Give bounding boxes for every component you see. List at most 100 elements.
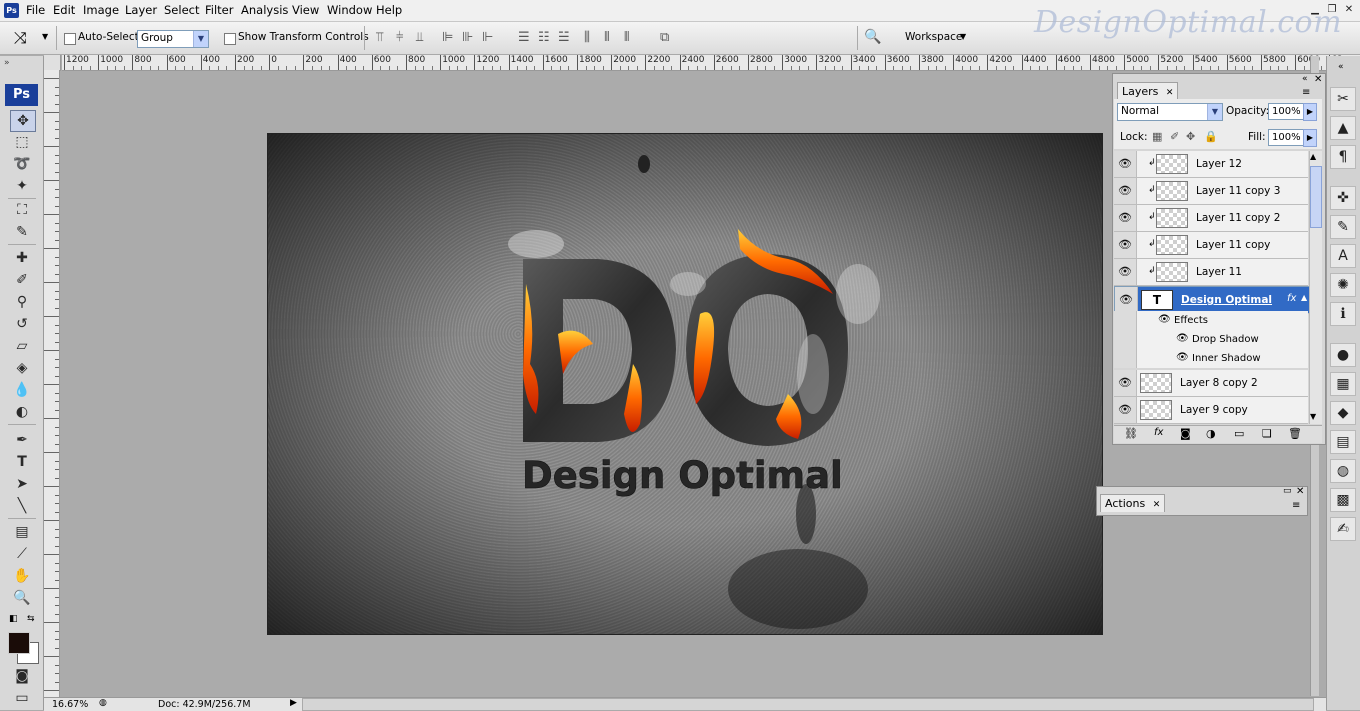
show-transform-checkbox[interactable] [224, 33, 236, 45]
file-browser-icon[interactable]: 🔍 [864, 29, 881, 45]
actions-icon[interactable]: ✍ [1330, 517, 1356, 541]
eye-icon[interactable]: 👁 [1114, 259, 1137, 285]
auto-select-checkbox[interactable] [64, 33, 76, 45]
info-icon[interactable]: ℹ [1330, 302, 1356, 326]
eye-icon[interactable]: 👁 [1158, 314, 1171, 325]
layer-row[interactable]: 👁 Layer 9 copy [1114, 397, 1308, 424]
scroll-up-icon[interactable]: ▲ [1310, 152, 1316, 161]
document-canvas[interactable]: Design Optimal [267, 133, 1103, 635]
path-selection-tool-icon[interactable]: ➤ [10, 474, 34, 494]
collapse-arrows-icon[interactable]: « [1338, 62, 1344, 72]
move-tool-preset-icon[interactable]: ⤨ [14, 28, 27, 48]
fx-icon[interactable]: fx [1287, 293, 1296, 304]
marquee-tool-icon[interactable]: ⬚ [10, 132, 34, 152]
layer-row[interactable]: 👁 ↲ Layer 11 copy 3 [1114, 178, 1308, 205]
auto-align-icon[interactable]: ⧉ [660, 30, 669, 45]
tool-presets-icon[interactable]: ✜ [1330, 186, 1356, 210]
adjustment-layer-icon[interactable]: ◑ [1206, 427, 1216, 440]
pen-tool-icon[interactable]: ✒ [10, 430, 34, 450]
panel-menu-icon[interactable]: ≡ [1302, 87, 1310, 98]
history-brush-tool-icon[interactable]: ↺ [10, 314, 34, 334]
distribute-left-icon[interactable]: ⫼ [584, 30, 590, 45]
distribute-bottom-icon[interactable]: ☱ [558, 30, 570, 45]
layer-row[interactable]: 👁 ↲ Layer 11 copy [1114, 232, 1308, 259]
crop-tool-icon[interactable]: ⛶ [10, 200, 34, 220]
zoom-tool-icon[interactable]: 🔍 [10, 588, 34, 608]
swap-colors-icon[interactable]: ⇆ [27, 614, 35, 624]
close-icon[interactable]: ✕ [1166, 88, 1174, 98]
collapse-arrows-icon[interactable]: » [4, 58, 10, 68]
workspace-label[interactable]: Workspace [905, 31, 962, 43]
brush-tool-icon[interactable]: ✐ [10, 270, 34, 290]
paint-bucket-tool-icon[interactable]: ◈ [10, 358, 34, 378]
character-icon[interactable]: A [1330, 244, 1356, 268]
menu-filter[interactable]: Filter [205, 3, 233, 17]
align-right-icon[interactable]: ⊩ [482, 30, 493, 45]
close-icon[interactable]: ✕ [1314, 74, 1322, 85]
swatches-icon[interactable]: ▦ [1330, 372, 1356, 396]
history-icon[interactable]: ▤ [1330, 430, 1356, 454]
add-style-icon[interactable]: fx [1154, 427, 1163, 438]
eye-icon[interactable]: 👁 [1114, 178, 1137, 204]
type-tool-icon[interactable]: T [10, 452, 34, 472]
eye-icon[interactable]: 👁 [1114, 151, 1137, 177]
eyedropper-tool-icon[interactable]: ⟋ [10, 544, 34, 564]
eye-icon[interactable]: 👁 [1114, 232, 1137, 258]
align-vcenter-icon[interactable]: ⫩ [396, 30, 403, 45]
layers-scroll-thumb[interactable] [1310, 166, 1322, 228]
fill-input[interactable]: 100% [1268, 129, 1305, 146]
screen-mode-icon[interactable]: ▭ [10, 688, 34, 708]
layer-row[interactable]: 👁 Layer 8 copy 2 [1114, 370, 1308, 397]
layer-row-selected[interactable]: 👁 T Design Optimal fx ▲ [1114, 286, 1310, 314]
panel-menu-icon[interactable]: ≡ [1292, 500, 1300, 511]
eye-icon[interactable]: 👁 [1114, 397, 1137, 423]
close-icon[interactable]: ✕ [1296, 486, 1304, 497]
layer-row[interactable]: 👁 ↲ Layer 11 [1114, 259, 1308, 286]
menu-edit[interactable]: Edit [53, 3, 75, 17]
move-tool-icon[interactable]: ✥ [10, 110, 36, 132]
new-group-icon[interactable]: ▭ [1234, 427, 1244, 440]
line-tool-icon[interactable]: ╲ [10, 496, 34, 516]
eye-icon[interactable]: 👁 [1115, 287, 1138, 313]
menu-layer[interactable]: Layer [125, 3, 157, 17]
opacity-input[interactable]: 100% [1268, 103, 1305, 120]
menu-view[interactable]: View [292, 3, 319, 17]
tab-layers[interactable]: Layers ✕ [1117, 82, 1179, 100]
menu-window[interactable]: Window [327, 3, 372, 17]
lasso-tool-icon[interactable]: ➰ [10, 154, 34, 174]
new-layer-icon[interactable]: ❏ [1262, 427, 1272, 440]
dodge-tool-icon[interactable]: ◐ [10, 402, 34, 422]
align-hcenter-icon[interactable]: ⊪ [462, 30, 473, 45]
eye-icon[interactable]: 👁 [1114, 205, 1137, 231]
blur-tool-icon[interactable]: 💧 [10, 380, 34, 400]
channels-icon[interactable]: ▩ [1330, 488, 1356, 512]
ps-logo-icon[interactable]: Ps [5, 84, 38, 106]
color-icon[interactable]: ● [1330, 343, 1356, 367]
effects-label[interactable]: Effects [1174, 315, 1208, 326]
opacity-arrow-icon[interactable]: ▶ [1303, 103, 1317, 121]
distribute-right-icon[interactable]: ⫴ [624, 30, 629, 45]
expand-effects-icon[interactable]: ▲ [1301, 293, 1307, 302]
blend-mode-dropdown[interactable]: Normal ▼ [1117, 103, 1223, 121]
navigator-icon[interactable]: ✂ [1330, 87, 1356, 111]
add-mask-icon[interactable]: ◙ [1180, 427, 1191, 440]
foreground-color-swatch[interactable] [8, 632, 30, 654]
notes-tool-icon[interactable]: ▤ [10, 522, 34, 542]
tab-actions[interactable]: Actions ✕ [1100, 494, 1166, 512]
align-top-icon[interactable]: ⫪ [376, 30, 383, 45]
zoom-level[interactable]: 16.67% [52, 699, 88, 710]
fill-arrow-icon[interactable]: ▶ [1303, 129, 1317, 147]
ruler-origin[interactable] [44, 55, 61, 71]
delete-layer-icon[interactable]: 🗑 [1288, 427, 1302, 440]
masks-icon[interactable]: ◍ [1330, 459, 1356, 483]
eye-icon[interactable]: 👁 [1176, 352, 1189, 363]
menu-analysis[interactable]: Analysis [241, 3, 288, 17]
vertical-ruler[interactable] [44, 70, 60, 700]
lock-image-icon[interactable]: ✐ [1170, 130, 1179, 143]
align-bottom-icon[interactable]: ⫫ [416, 30, 423, 45]
paragraph-icon[interactable]: ¶ [1330, 145, 1356, 169]
lock-transparent-icon[interactable]: ▦ [1152, 130, 1162, 143]
clone-source-icon[interactable]: ✺ [1330, 273, 1356, 297]
eraser-tool-icon[interactable]: ▱ [10, 336, 34, 356]
distribute-hcenter-icon[interactable]: ⦀ [604, 30, 610, 45]
